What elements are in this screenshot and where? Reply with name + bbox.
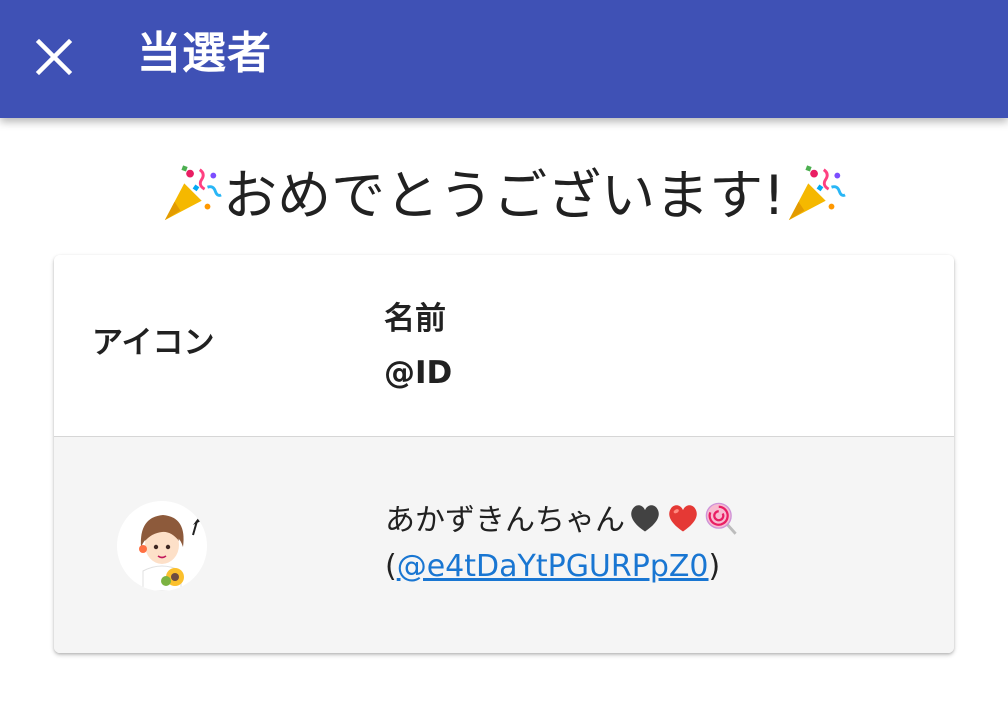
column-header-name: 名前 bbox=[384, 301, 446, 337]
close-icon bbox=[35, 38, 73, 76]
avatar bbox=[117, 501, 207, 591]
user-avatar-icon bbox=[117, 501, 207, 591]
winner-id-close-paren: ) bbox=[708, 549, 721, 584]
party-popper-icon bbox=[165, 165, 222, 221]
column-header-id: @ID bbox=[384, 355, 453, 391]
table-row: あかずきんちゃん (@e4tDaYtPGURPpZ0) bbox=[54, 437, 954, 653]
congrats-heading: おめでとうございます! bbox=[0, 160, 1008, 232]
close-button[interactable] bbox=[26, 29, 82, 85]
congrats-text: おめでとうございます! bbox=[223, 164, 785, 227]
red-heart-icon bbox=[669, 505, 697, 532]
page-title: 当選者 bbox=[137, 28, 272, 79]
column-header-icon: アイコン bbox=[92, 325, 215, 361]
winner-id-link[interactable]: @e4tDaYtPGURPpZ0 bbox=[397, 549, 709, 584]
winner-id-open-paren: ( bbox=[385, 549, 397, 584]
party-popper-icon bbox=[788, 165, 846, 221]
winner-name: あかずきんちゃん bbox=[385, 499, 739, 543]
winner-name-text: あかずきんちゃん bbox=[385, 503, 625, 538]
table-header: アイコン 名前 @ID bbox=[54, 255, 954, 437]
app-bar: 当選者 bbox=[0, 0, 1008, 118]
winners-table: アイコン 名前 @ID あかずきんちゃん (@e4tDaYtPGURPpZ0) bbox=[54, 255, 954, 653]
black-heart-icon bbox=[631, 505, 659, 532]
winner-id: (@e4tDaYtPGURPpZ0) bbox=[385, 545, 720, 589]
lollipop-icon bbox=[705, 502, 737, 535]
